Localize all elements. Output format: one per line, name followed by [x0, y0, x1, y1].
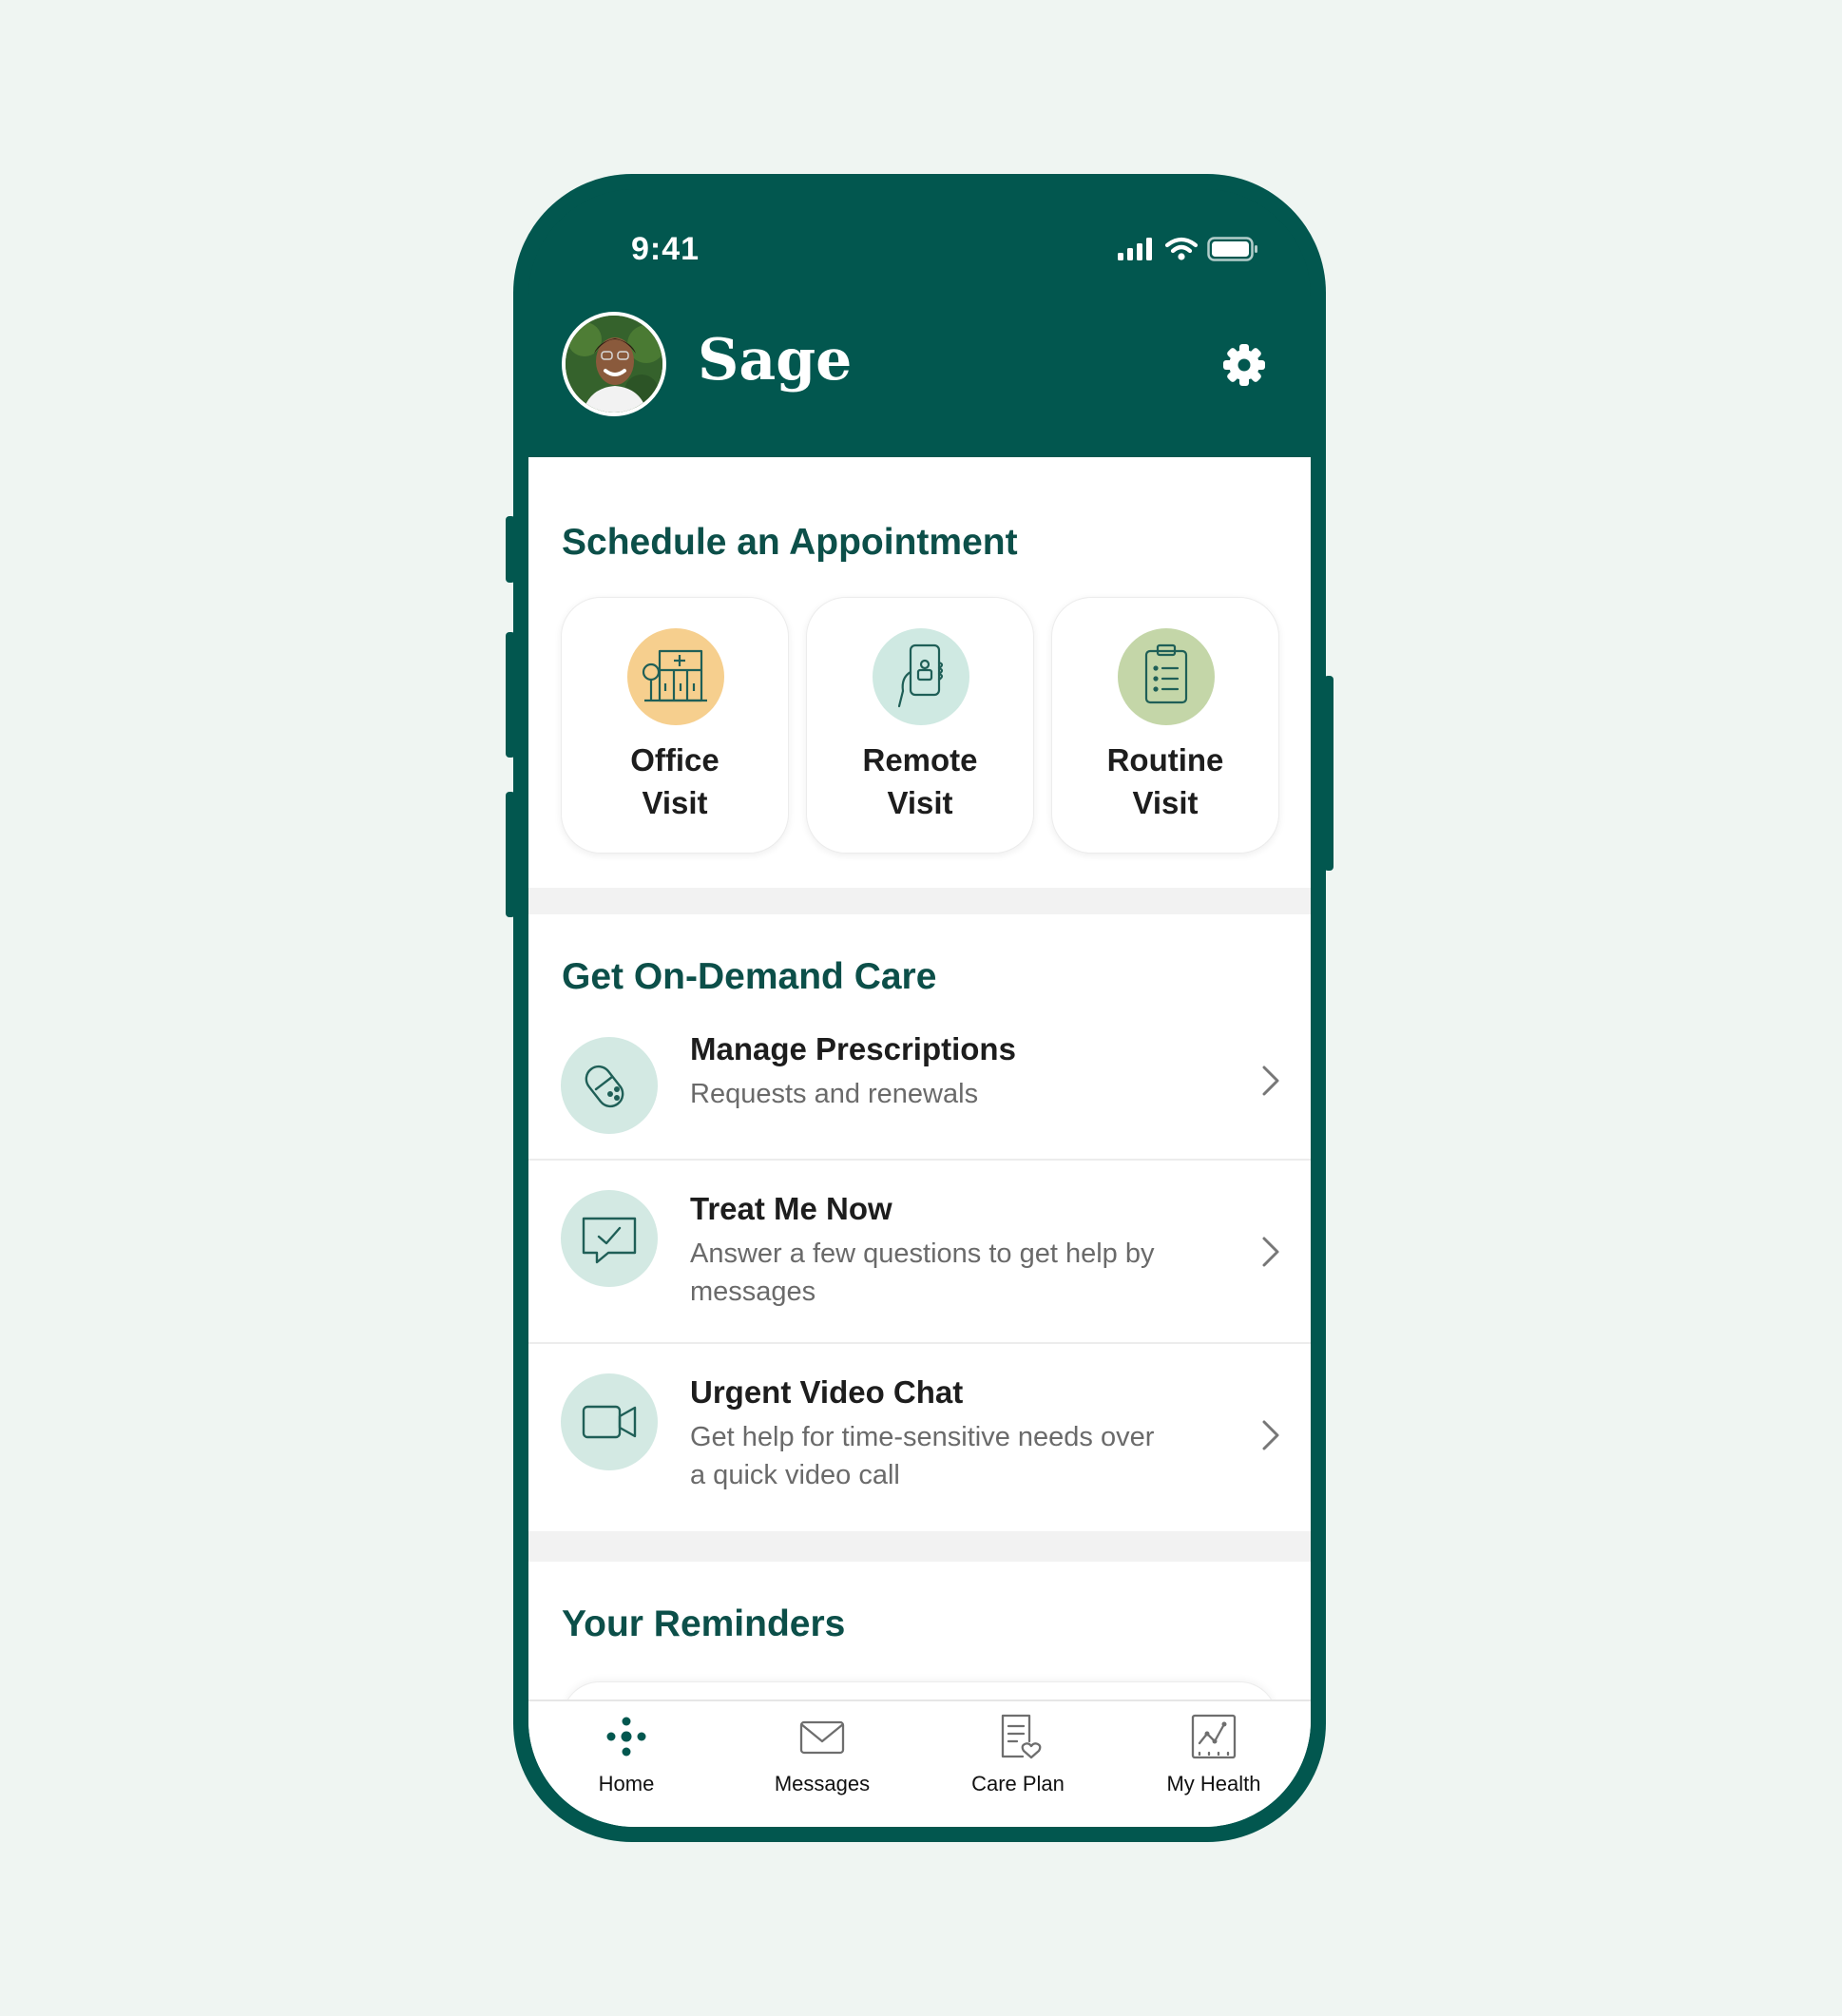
urgent-video-chat-row[interactable]: Urgent Video Chat Get help for time-sens…	[528, 1344, 1311, 1527]
phone-frame: 9:41 Sage Schedule an Appointment Office…	[506, 174, 1334, 1842]
settings-button[interactable]	[1220, 341, 1268, 389]
avatar[interactable]	[562, 312, 666, 416]
volume-up-button	[506, 632, 515, 758]
chevron-right-icon	[1262, 1420, 1279, 1450]
manage-prescriptions-subtitle: Requests and renewals	[690, 1079, 979, 1109]
volume-down-button	[506, 792, 515, 917]
on-demand-title: Get On-Demand Care	[562, 956, 937, 997]
chat-check-icon	[561, 1190, 658, 1287]
wifi-icon	[1165, 237, 1198, 260]
pill-icon	[561, 1037, 658, 1134]
routine-visit-label: Routine Visit	[1052, 739, 1278, 824]
silent-switch	[506, 516, 515, 583]
urgent-video-chat-subtitle: Get help for time-sensitive needs over a…	[690, 1422, 1155, 1490]
tab-my-health[interactable]: My Health	[1116, 1701, 1311, 1827]
office-visit-card[interactable]: Office Visit	[561, 597, 789, 854]
gear-icon	[1223, 344, 1265, 386]
tab-bar: Home Messages Care Plan My Health	[528, 1699, 1311, 1827]
office-visit-label-line2: Visit	[642, 785, 708, 820]
care-plan-icon	[1001, 1714, 1042, 1759]
remote-visit-label-line1: Remote	[862, 742, 978, 778]
office-visit-label: Office Visit	[562, 739, 788, 824]
chevron-right-icon	[1262, 1066, 1279, 1096]
chevron-right-icon	[1262, 1237, 1279, 1267]
video-camera-icon	[561, 1373, 658, 1470]
envelope-icon	[799, 1720, 845, 1755]
tab-messages[interactable]: Messages	[724, 1701, 920, 1827]
section-divider	[528, 1531, 1311, 1562]
routine-visit-card[interactable]: Routine Visit	[1051, 597, 1279, 854]
app-title: Sage	[698, 327, 853, 394]
treat-me-now-subtitle: Answer a few questions to get help by me…	[690, 1238, 1155, 1307]
office-visit-label-line1: Office	[630, 742, 720, 778]
tab-home[interactable]: Home	[528, 1701, 724, 1827]
schedule-title: Schedule an Appointment	[562, 522, 1018, 563]
routine-visit-label-line1: Routine	[1106, 742, 1224, 778]
treat-me-now-row[interactable]: Treat Me Now Answer a few questions to g…	[528, 1161, 1311, 1344]
office-building-icon	[627, 628, 724, 725]
tab-messages-label: Messages	[774, 1772, 871, 1795]
urgent-video-chat-title: Urgent Video Chat	[690, 1374, 964, 1410]
clipboard-icon	[1118, 628, 1215, 725]
remote-visit-label: Remote Visit	[807, 739, 1033, 824]
status-icons	[1118, 237, 1258, 261]
section-divider	[528, 888, 1311, 914]
reminders-title: Your Reminders	[562, 1603, 846, 1644]
avatar-photo	[566, 316, 662, 413]
tab-care-plan[interactable]: Care Plan	[920, 1701, 1116, 1827]
battery-icon	[1207, 237, 1257, 261]
remote-visit-card[interactable]: Remote Visit	[806, 597, 1034, 854]
remote-visit-label-line2: Visit	[887, 785, 953, 820]
treat-me-now-title: Treat Me Now	[690, 1191, 892, 1226]
phone-hand-icon	[873, 628, 969, 725]
tab-care-plan-label: Care Plan	[971, 1772, 1065, 1795]
power-button	[1324, 676, 1334, 871]
screen: 9:41 Sage Schedule an Appointment Office…	[528, 189, 1311, 1827]
status-time: 9:41	[631, 231, 700, 267]
chart-icon	[1191, 1714, 1237, 1759]
tab-my-health-label: My Health	[1166, 1772, 1261, 1795]
routine-visit-label-line2: Visit	[1132, 785, 1199, 820]
tab-home-label: Home	[598, 1772, 655, 1795]
signal-icon	[1118, 238, 1152, 260]
content: Schedule an Appointment Office Visit Rem…	[528, 457, 1311, 1827]
manage-prescriptions-title: Manage Prescriptions	[690, 1031, 1016, 1066]
home-dots-icon	[606, 1717, 646, 1757]
manage-prescriptions-row[interactable]: Manage Prescriptions Requests and renewa…	[528, 1018, 1311, 1161]
